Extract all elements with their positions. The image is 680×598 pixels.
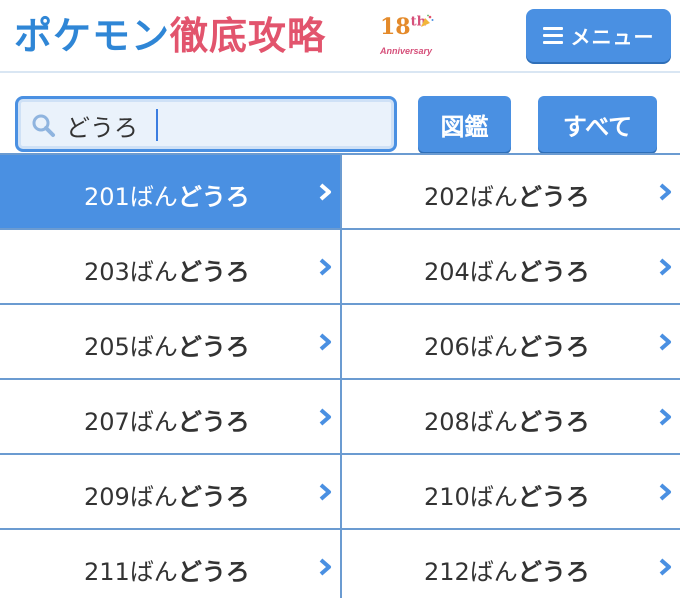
chevron-right-icon (659, 483, 671, 501)
route-number: 204 (424, 258, 470, 286)
route-item[interactable]: 207ばんどうろ (0, 380, 340, 455)
route-road: どうろ (517, 258, 590, 286)
anniversary-badge: 18th Anniversary (380, 14, 442, 64)
chevron-right-icon (659, 558, 671, 576)
route-label: 210ばんどうろ (424, 477, 590, 512)
route-label: 205ばんどうろ (84, 327, 250, 362)
hamburger-icon (542, 27, 563, 44)
menu-button-label: メニュー (570, 25, 655, 49)
site-logo[interactable]: ポケモン徹底攻略 (14, 8, 326, 64)
menu-button[interactable]: メニュー (526, 9, 671, 62)
chevron-right-icon (659, 333, 671, 351)
route-list: 201ばんどうろ 202ばんどうろ 203ばんどうろ 204ばんどうろ 205ばんどうろ… (0, 153, 680, 598)
route-label: 201ばんどうろ (84, 177, 250, 212)
route-road: どうろ (177, 258, 250, 286)
route-item[interactable]: 203ばんどうろ (0, 230, 340, 305)
route-suffix: ばん (469, 483, 518, 511)
chevron-right-icon (319, 558, 331, 576)
route-number: 202 (424, 183, 470, 211)
party-popper-icon (421, 14, 434, 27)
route-label: 207ばんどうろ (84, 402, 250, 437)
route-number: 205 (84, 333, 130, 361)
route-road: どうろ (177, 183, 250, 211)
route-road: どうろ (177, 408, 250, 436)
chevron-right-icon (659, 258, 671, 276)
logo-text-tettei: 徹底攻略 (170, 14, 327, 58)
route-label: 209ばんどうろ (84, 477, 250, 512)
route-number: 208 (424, 408, 470, 436)
all-button[interactable]: すべて (538, 96, 657, 152)
route-suffix: ばん (469, 408, 518, 436)
route-number: 201 (84, 183, 130, 211)
chevron-right-icon (319, 258, 331, 276)
route-label: 208ばんどうろ (424, 402, 590, 437)
chevron-right-icon (659, 408, 671, 426)
route-item[interactable]: 201ばんどうろ (0, 155, 340, 230)
chevron-right-icon (659, 183, 671, 201)
route-label: 212ばんどうろ (424, 552, 590, 587)
route-road: どうろ (517, 558, 590, 586)
anniversary-word: Anniversary (380, 46, 433, 56)
route-suffix: ばん (469, 558, 518, 586)
route-item[interactable]: 211ばんどうろ (0, 530, 340, 598)
route-number: 207 (84, 408, 130, 436)
route-item[interactable]: 202ばんどうろ (340, 155, 680, 230)
site-header: ポケモン徹底攻略 18th Anniversary メニュー (0, 0, 680, 73)
chevron-right-icon (319, 333, 331, 351)
route-number: 210 (424, 483, 470, 511)
route-suffix: ばん (469, 258, 518, 286)
route-suffix: ばん (129, 183, 178, 211)
route-item[interactable]: 209ばんどうろ (0, 455, 340, 530)
route-number: 211 (84, 558, 130, 586)
logo-text: ポケモン徹底攻略 (14, 8, 326, 64)
route-label: 204ばんどうろ (424, 252, 590, 287)
route-road: どうろ (177, 558, 250, 586)
chevron-right-icon (319, 183, 331, 201)
route-suffix: ばん (469, 183, 518, 211)
route-item[interactable]: 208ばんどうろ (340, 380, 680, 455)
route-item[interactable]: 210ばんどうろ (340, 455, 680, 530)
route-road: どうろ (517, 183, 590, 211)
magnifier-icon (32, 114, 55, 137)
route-road: どうろ (517, 333, 590, 361)
route-item[interactable]: 212ばんどうろ (340, 530, 680, 598)
route-label: 206ばんどうろ (424, 327, 590, 362)
route-suffix: ばん (129, 258, 178, 286)
route-road: どうろ (517, 408, 590, 436)
anniversary-number-value: 18 (380, 14, 411, 40)
route-road: どうろ (177, 333, 250, 361)
route-item[interactable]: 206ばんどうろ (340, 305, 680, 380)
route-suffix: ばん (129, 558, 178, 586)
route-label: 211ばんどうろ (84, 552, 250, 587)
route-suffix: ばん (469, 333, 518, 361)
route-item[interactable]: 204ばんどうろ (340, 230, 680, 305)
route-number: 203 (84, 258, 130, 286)
logo-text-pokemon: ポケモン (14, 14, 171, 58)
route-number: 206 (424, 333, 470, 361)
route-label: 203ばんどうろ (84, 252, 250, 287)
route-number: 212 (424, 558, 470, 586)
route-item[interactable]: 205ばんどうろ (0, 305, 340, 380)
route-label: 202ばんどうろ (424, 177, 590, 212)
zukan-button[interactable]: 図鑑 (418, 96, 511, 152)
chevron-right-icon (319, 483, 331, 501)
search-box[interactable] (15, 96, 397, 152)
search-input[interactable] (66, 107, 376, 143)
route-suffix: ばん (129, 408, 178, 436)
search-bar: 図鑑 すべて (0, 75, 680, 153)
route-suffix: ばん (129, 333, 178, 361)
route-road: どうろ (517, 483, 590, 511)
route-suffix: ばん (129, 483, 178, 511)
route-number: 209 (84, 483, 130, 511)
chevron-right-icon (319, 408, 331, 426)
text-caret (156, 109, 158, 141)
route-road: どうろ (177, 483, 250, 511)
